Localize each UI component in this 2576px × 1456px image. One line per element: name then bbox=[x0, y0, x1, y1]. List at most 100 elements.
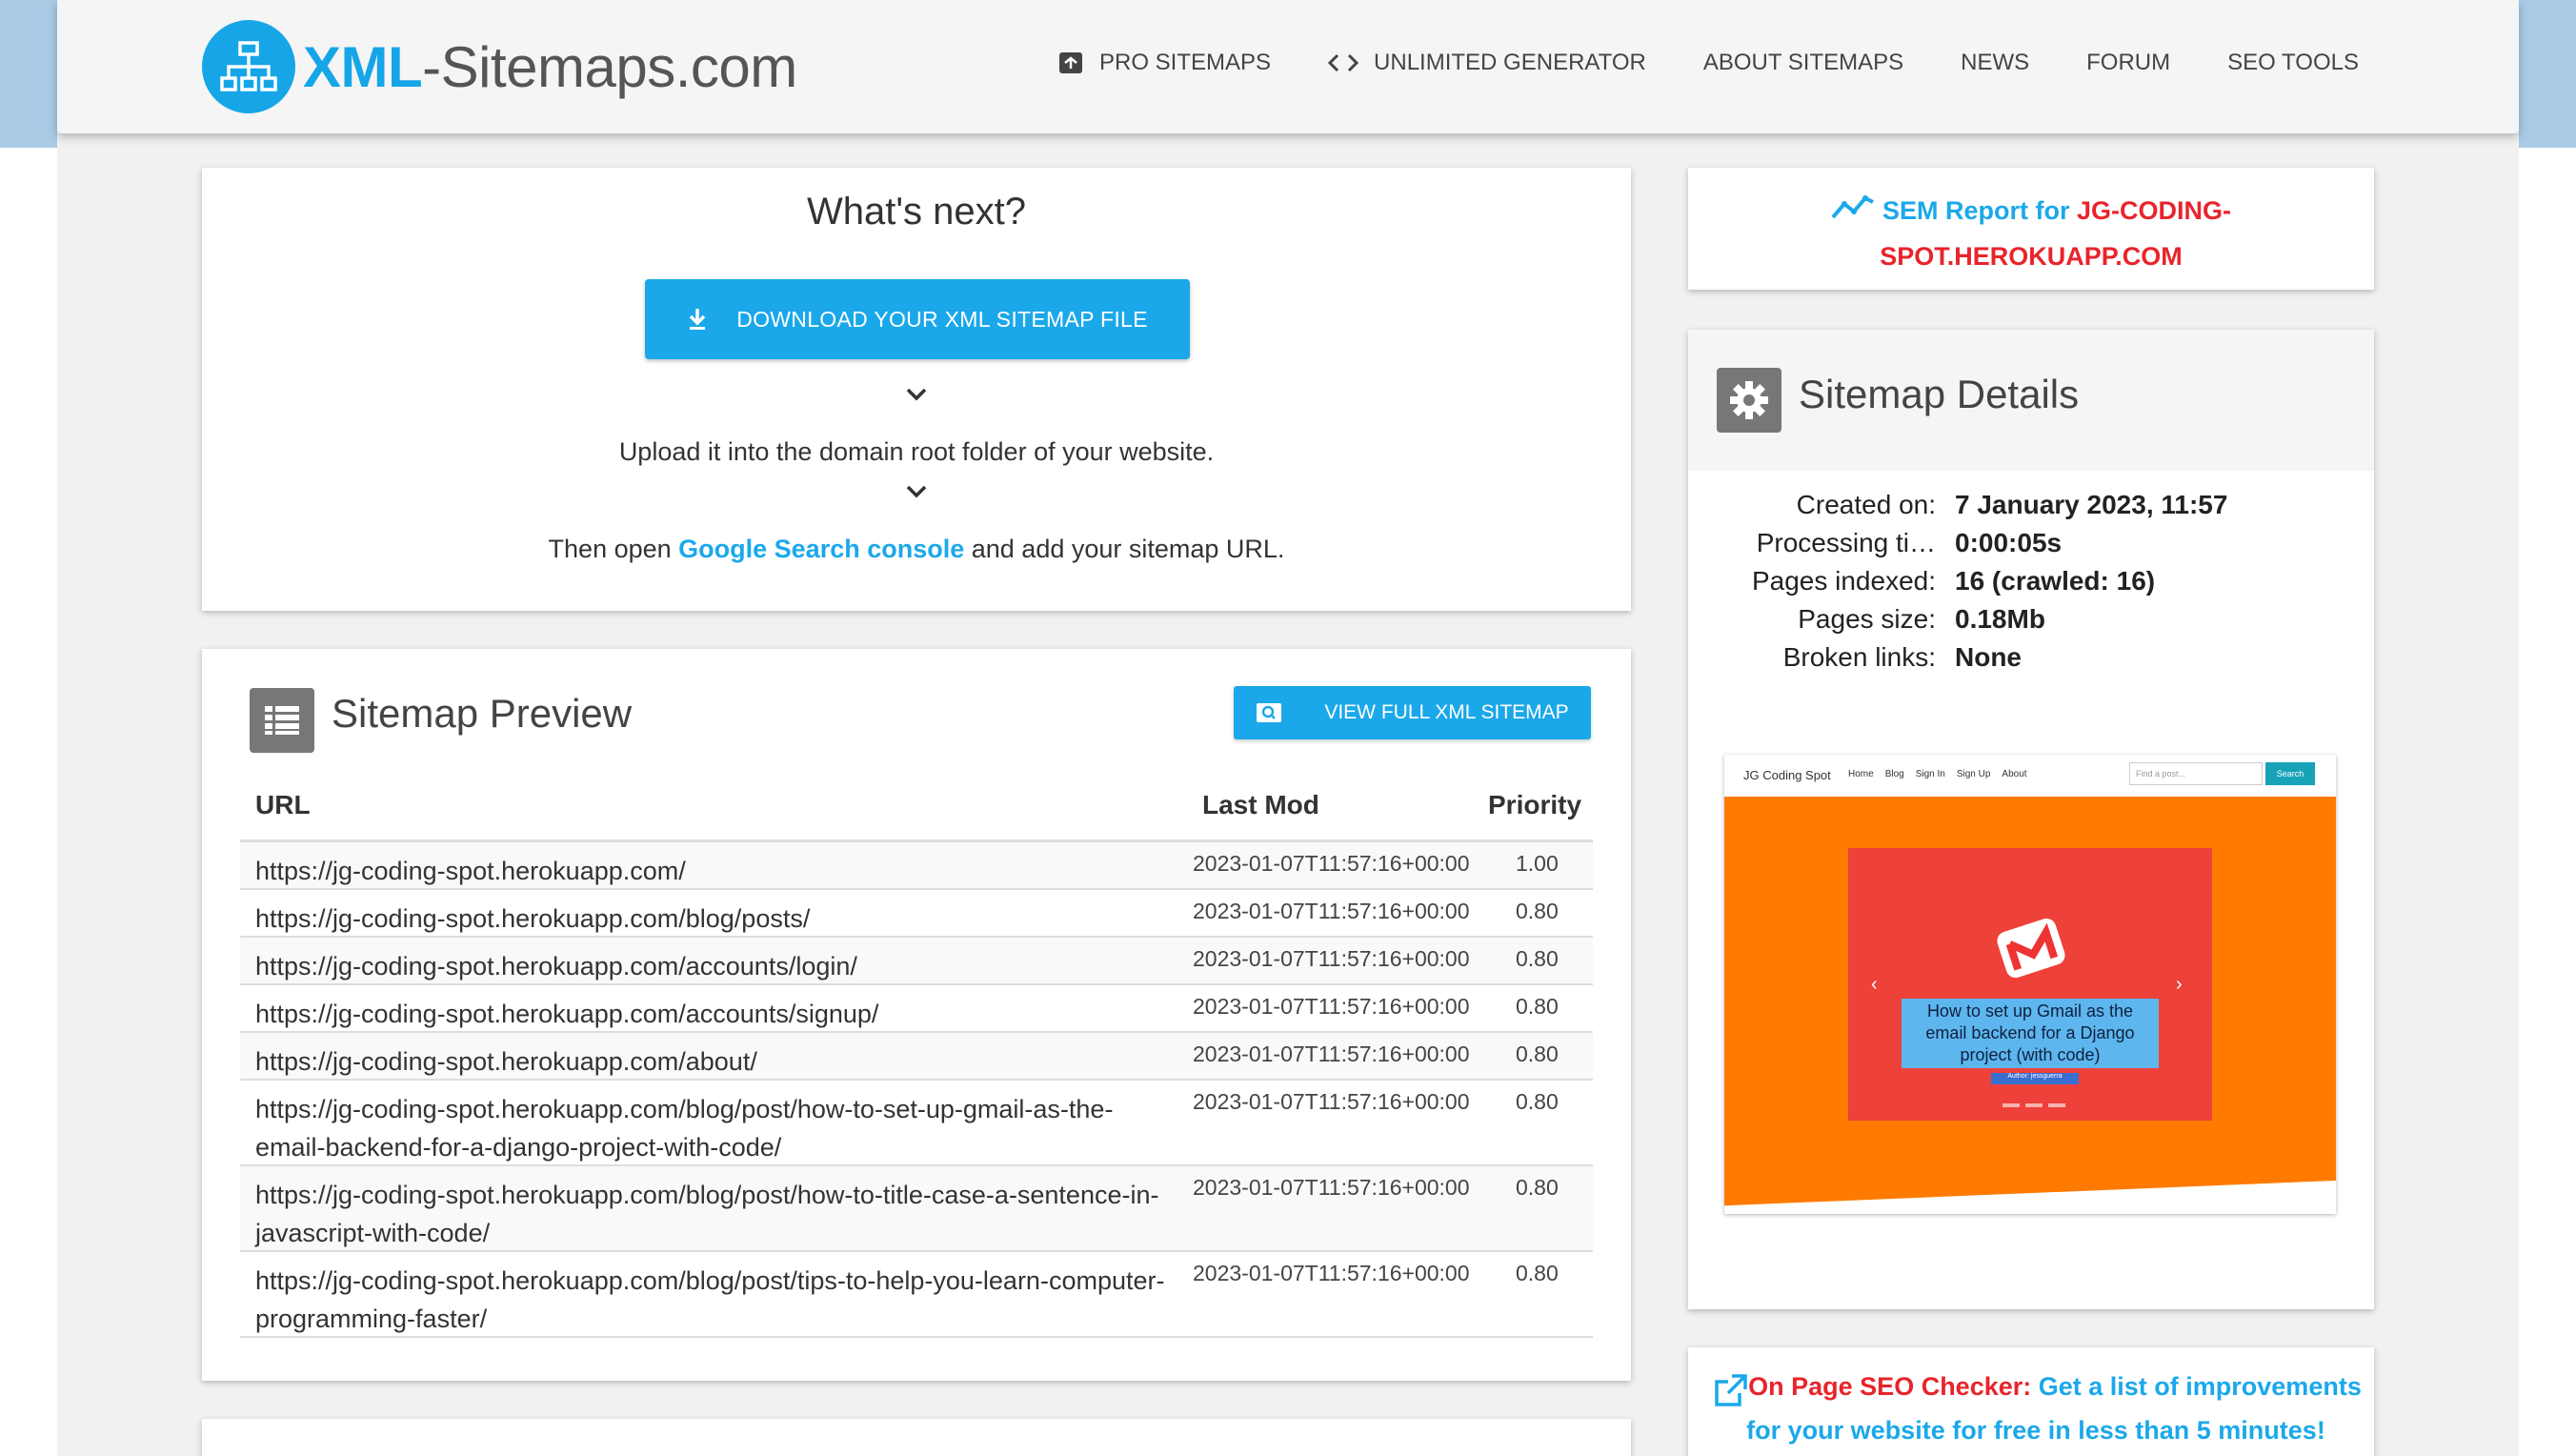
nav-label: UNLIMITED GENERATOR bbox=[1374, 50, 1646, 75]
sem-report-label: SEM Report for bbox=[1882, 196, 2077, 225]
sem-report-text: SEM Report for JG-CODING-SPOT.HEROKUAPP.… bbox=[1745, 189, 2317, 278]
sem-report-card[interactable]: SEM Report for JG-CODING-SPOT.HEROKUAPP.… bbox=[1688, 168, 2374, 290]
priority-cell: 0.80 bbox=[1516, 1261, 1559, 1285]
website-thumbnail: JG Coding Spot Home Blog Sign In Sign Up… bbox=[1724, 755, 2336, 1214]
sitemap-preview-title: Sitemap Preview bbox=[332, 691, 633, 736]
view-full-sitemap-button[interactable]: VIEW FULL XML SITEMAP bbox=[1234, 686, 1591, 739]
lastmod-cell: 2023-01-07T11:57:16+00:00 bbox=[1193, 1261, 1470, 1285]
trend-icon bbox=[1831, 191, 1875, 234]
view-full-sitemap-label: VIEW FULL XML SITEMAP bbox=[1324, 701, 1569, 723]
detail-row-pages-indexed: Pages indexed: 16 (crawled: 16) bbox=[1688, 566, 2374, 604]
seo-checker-text: On Page SEO Checker: Get a list of impro… bbox=[1707, 1365, 2365, 1452]
url-cell[interactable]: https://jg-coding-spot.herokuapp.com/acc… bbox=[255, 947, 1170, 985]
code-icon bbox=[1328, 51, 1359, 74]
table-row: https://jg-coding-spot.herokuapp.com/acc… bbox=[240, 938, 1593, 985]
table-row: https://jg-coding-spot.herokuapp.com/abo… bbox=[240, 1033, 1593, 1081]
url-cell[interactable]: https://jg-coding-spot.herokuapp.com/blo… bbox=[255, 1176, 1170, 1252]
lastmod-cell: 2023-01-07T11:57:16+00:00 bbox=[1193, 946, 1470, 971]
next-card-partial bbox=[202, 1419, 1631, 1456]
thumbnail-caption: How to set up Gmail as the email backend… bbox=[1902, 999, 2159, 1068]
nav-pro-sitemaps[interactable]: PRO SITEMAPS bbox=[1057, 50, 1271, 76]
slide-indicator-3 bbox=[2048, 1103, 2065, 1107]
lastmod-cell: 2023-01-07T11:57:16+00:00 bbox=[1193, 899, 1470, 923]
seo-checker-card[interactable]: On Page SEO Checker: Get a list of impro… bbox=[1688, 1347, 2374, 1456]
sitemap-preview-card: Sitemap Preview VIEW FULL XML SITEMAP UR… bbox=[202, 649, 1631, 1381]
thumbnail-search-input: Find a post... bbox=[2129, 762, 2263, 785]
logo-text: XML-Sitemaps.com bbox=[303, 34, 797, 100]
chevron-left-icon: ‹ bbox=[1871, 974, 1878, 995]
table-row: https://jg-coding-spot.herokuapp.com/blo… bbox=[240, 890, 1593, 938]
logo-text-rest: -Sitemaps.com bbox=[422, 34, 797, 99]
step2-suffix: and add your sitemap URL. bbox=[964, 535, 1285, 563]
detail-value: 7 January 2023, 11:57 bbox=[1955, 490, 2228, 519]
priority-cell: 1.00 bbox=[1516, 851, 1559, 876]
column-header-url: URL bbox=[255, 790, 311, 819]
url-cell[interactable]: https://jg-coding-spot.herokuapp.com/ bbox=[255, 852, 1170, 890]
detail-row-broken-links: Broken links: None bbox=[1688, 642, 2374, 680]
seo-checker-label: On Page SEO Checker: bbox=[1748, 1372, 2039, 1401]
nav-seo-tools[interactable]: SEO TOOLS bbox=[2227, 50, 2359, 76]
thumbnail-links: Home Blog Sign In Sign Up About bbox=[1848, 769, 2027, 779]
chevron-down-icon bbox=[905, 484, 928, 504]
detail-label: Broken links: bbox=[1782, 642, 1936, 672]
thumbnail-author: Author: jessguerra bbox=[1991, 1073, 2079, 1084]
slide-indicators bbox=[2002, 1103, 2065, 1107]
google-search-console-link[interactable]: Google Search console bbox=[678, 535, 964, 563]
nav-label: PRO SITEMAPS bbox=[1099, 50, 1272, 75]
thumbnail-slide: ‹ › How to set up Gmail as the email bac… bbox=[1848, 848, 2212, 1121]
detail-label: Created on: bbox=[1796, 490, 1936, 519]
sitemap-details-header: Sitemap Details bbox=[1688, 330, 2374, 471]
detail-label: Processing ti… bbox=[1756, 528, 1936, 557]
download-sitemap-button[interactable]: DOWNLOAD YOUR XML SITEMAP FILE bbox=[645, 279, 1190, 359]
detail-value: 16 (crawled: 16) bbox=[1955, 566, 2156, 596]
url-cell[interactable]: https://jg-coding-spot.herokuapp.com/blo… bbox=[255, 1262, 1170, 1338]
site-header: XML-Sitemaps.com PRO SITEMAPS UNLIMITED … bbox=[57, 0, 2519, 133]
site-logo[interactable]: XML-Sitemaps.com bbox=[202, 19, 797, 114]
slide-indicator-2 bbox=[2025, 1103, 2043, 1107]
url-cell[interactable]: https://jg-coding-spot.herokuapp.com/acc… bbox=[255, 995, 1170, 1033]
url-cell[interactable]: https://jg-coding-spot.herokuapp.com/blo… bbox=[255, 900, 1170, 938]
detail-value: None bbox=[1955, 642, 2022, 672]
thumbnail-navbar: JG Coding Spot Home Blog Sign In Sign Up… bbox=[1724, 755, 2336, 797]
thumbnail-logo: JG Coding Spot bbox=[1743, 768, 1831, 782]
nav-forum[interactable]: FORUM bbox=[2086, 50, 2170, 76]
thumbnail-link: Sign In bbox=[1915, 769, 1945, 779]
step2-prefix: Then open bbox=[548, 535, 679, 563]
priority-cell: 0.80 bbox=[1516, 946, 1559, 971]
search-console-instruction: Then open Google Search console and add … bbox=[202, 535, 1631, 564]
nav-label: FORUM bbox=[2086, 50, 2171, 75]
thumbnail-link: Blog bbox=[1884, 769, 1904, 779]
thumbnail-search-button: Search bbox=[2265, 762, 2315, 785]
download-label: DOWNLOAD YOUR XML SITEMAP FILE bbox=[736, 306, 1148, 332]
whats-next-card: What's next? DOWNLOAD YOUR XML SITEMAP F… bbox=[202, 168, 1631, 611]
nav-unlimited-generator[interactable]: UNLIMITED GENERATOR bbox=[1328, 50, 1646, 76]
logo-text-xml: XML bbox=[303, 34, 423, 99]
lastmod-cell: 2023-01-07T11:57:16+00:00 bbox=[1193, 1041, 1470, 1066]
nav-label: NEWS bbox=[1961, 50, 2030, 75]
whats-next-title: What's next? bbox=[807, 191, 1026, 233]
priority-cell: 0.80 bbox=[1516, 1041, 1559, 1066]
priority-cell: 0.80 bbox=[1516, 994, 1559, 1019]
url-cell[interactable]: https://jg-coding-spot.herokuapp.com/blo… bbox=[255, 1090, 1170, 1166]
nav-news[interactable]: NEWS bbox=[1961, 50, 2029, 76]
detail-label: Pages indexed: bbox=[1751, 566, 1936, 596]
priority-cell: 0.80 bbox=[1516, 899, 1559, 923]
sitemap-table-body: https://jg-coding-spot.herokuapp.com/ 20… bbox=[240, 842, 1593, 1338]
sitemap-logo-icon bbox=[202, 20, 295, 113]
chevron-right-icon: › bbox=[2176, 974, 2183, 995]
list-icon bbox=[250, 688, 314, 753]
priority-cell: 0.80 bbox=[1516, 1089, 1559, 1114]
detail-row-created: Created on: 7 January 2023, 11:57 bbox=[1688, 490, 2374, 528]
table-row: https://jg-coding-spot.herokuapp.com/ 20… bbox=[240, 842, 1593, 890]
gmail-icon bbox=[1997, 918, 2065, 979]
nav-about-sitemaps[interactable]: ABOUT SITEMAPS bbox=[1703, 50, 1903, 76]
upload-instruction: Upload it into the domain root folder of… bbox=[618, 437, 1215, 466]
gear-icon bbox=[1717, 368, 1781, 433]
priority-cell: 0.80 bbox=[1516, 1175, 1559, 1200]
nav-label: SEO TOOLS bbox=[2227, 50, 2359, 75]
thumbnail-link: Home bbox=[1848, 769, 1874, 779]
url-cell[interactable]: https://jg-coding-spot.herokuapp.com/abo… bbox=[255, 1042, 1170, 1081]
table-row: https://jg-coding-spot.herokuapp.com/blo… bbox=[240, 1252, 1593, 1338]
lastmod-cell: 2023-01-07T11:57:16+00:00 bbox=[1193, 851, 1470, 876]
table-row: https://jg-coding-spot.herokuapp.com/acc… bbox=[240, 985, 1593, 1033]
